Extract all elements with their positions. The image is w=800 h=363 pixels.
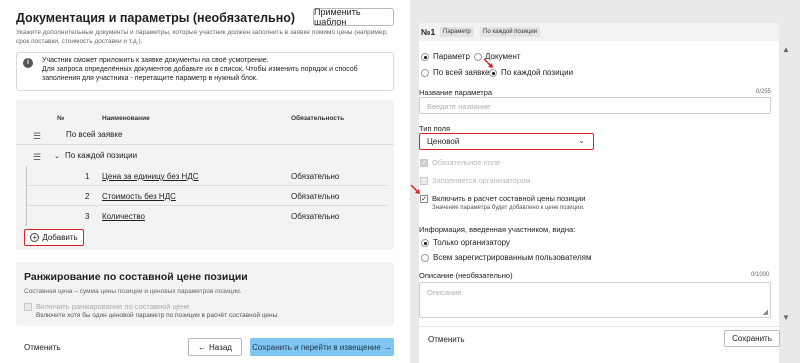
row-required: Обязательно — [291, 192, 340, 201]
cancel-link[interactable]: Отменить — [24, 343, 61, 352]
radio-visible-org-label: Только организатору — [433, 238, 510, 247]
ranking-title: Ранжирование по составной цене позиции — [24, 271, 248, 283]
page-title: Документация и параметры (необязательно) — [16, 11, 296, 25]
group-label-all: По всей заявке — [66, 130, 123, 139]
radio-scope-all[interactable] — [421, 69, 429, 77]
ranking-section: Ранжирование по составной цене позиции С… — [16, 262, 394, 326]
column-header-num: № — [57, 115, 65, 122]
name-counter: 0/255 — [756, 89, 772, 95]
organizer-fill-label: Заполняется организатором — [432, 176, 531, 185]
add-parameter-button[interactable]: + Добавить — [24, 229, 84, 246]
ranking-checkbox-label: Включить ранжирование по составной цене — [36, 302, 190, 311]
row-required: Обязательно — [291, 172, 340, 181]
column-header-required: Обязательность — [291, 115, 345, 122]
back-label: Назад — [209, 342, 232, 352]
required-checkbox[interactable]: ✓ — [420, 159, 428, 167]
info-box: i Участник сможет приложить к заявке док… — [16, 52, 394, 91]
radio-visible-all-label: Всем зарегистрированным пользователям — [433, 253, 592, 262]
drag-handle-icon[interactable]: ☰ — [33, 152, 41, 163]
group-label-each: По каждой позиции — [65, 151, 138, 160]
group-row-all[interactable]: ☰ По всей заявке — [16, 125, 394, 145]
radio-scope-each-label: По каждой позиции — [501, 68, 574, 77]
include-composite-checkbox[interactable]: ✓ — [420, 195, 428, 203]
table-row[interactable]: 3 Количество Обязательно — [27, 206, 387, 226]
column-header-name: Наименование — [102, 115, 150, 122]
type-select-value: Ценовой — [427, 137, 460, 146]
ranking-checkbox[interactable] — [24, 303, 32, 311]
resize-handle-icon[interactable]: ◢ — [763, 308, 768, 316]
table-row[interactable]: 1 Цена за единицу без НДС Обязательно — [27, 166, 387, 186]
description-counter: 0/1000 — [751, 272, 770, 278]
include-composite-label: Включить в расчет составной цены позиции — [432, 194, 586, 203]
plus-circle-icon: + — [30, 233, 40, 242]
next-label: Сохранить и перейти в извещение — [252, 342, 381, 352]
row-name-link[interactable]: Цена за единицу без НДС — [102, 172, 199, 181]
radio-scope-all-label: По всей заявке — [433, 68, 490, 77]
arrow-right-icon: → — [383, 342, 392, 352]
scroll-down-icon[interactable]: ▼ — [782, 313, 790, 322]
radio-visible-org[interactable] — [421, 239, 429, 247]
app-root: Документация и параметры (необязательно)… — [0, 0, 800, 363]
add-label: Добавить — [42, 233, 78, 242]
description-field-label: Описание (необязательно) — [419, 271, 513, 280]
drag-handle-icon[interactable]: ☰ — [33, 131, 41, 142]
row-required: Обязательно — [291, 212, 340, 221]
editor-cancel-link[interactable]: Отменить — [428, 335, 465, 344]
parameter-name-input[interactable]: Введите название — [419, 97, 771, 114]
row-num: 2 — [85, 192, 90, 201]
scroll-up-icon[interactable]: ▲ — [782, 45, 790, 54]
description-textarea[interactable]: Описание ◢ — [419, 282, 771, 318]
radio-visible-all[interactable] — [421, 254, 429, 262]
group-row-each[interactable]: ☰ ⌄ По каждой позиции — [16, 146, 394, 166]
info-line-1: Участник сможет приложить к заявке докум… — [42, 57, 269, 64]
info-icon: i — [23, 58, 33, 68]
save-and-next-button[interactable]: Сохранить и перейти в извещение → — [250, 338, 394, 356]
back-button[interactable]: ← Назад — [188, 338, 242, 356]
ranking-hint: Включите хотя бы один ценовой параметр п… — [36, 312, 280, 319]
parameter-editor-panel: №1 Параметр По каждой позиции ▲ ▼ Параме… — [410, 0, 800, 363]
footer-divider — [419, 326, 779, 327]
documents-panel: Документация и параметры (необязательно)… — [0, 0, 410, 363]
row-name-link[interactable]: Стоимость без НДС — [102, 192, 176, 201]
arrow-left-icon: ← — [198, 342, 207, 352]
info-text: Участник сможет приложить к заявке докум… — [42, 57, 387, 83]
row-num: 3 — [85, 212, 90, 221]
chevron-down-icon[interactable]: ⌄ — [54, 152, 60, 160]
name-field-label: Название параметра — [419, 88, 493, 97]
chevron-down-icon: ⌄ — [578, 136, 585, 145]
row-num: 1 — [85, 172, 90, 181]
radio-param-label: Параметр — [433, 52, 470, 61]
row-name-link[interactable]: Количество — [102, 212, 145, 221]
param-type-badge: Параметр — [440, 27, 474, 37]
scope-badge: По каждой позиции — [480, 27, 541, 37]
description-placeholder: Описание — [427, 288, 462, 297]
visibility-label: Информация, введенная участником, видна: — [419, 225, 576, 234]
red-arrow-annotation — [483, 58, 493, 68]
save-button[interactable]: Сохранить — [724, 330, 780, 347]
radio-param[interactable] — [421, 53, 429, 61]
position-params-group: 1 Цена за единицу без НДС Обязательно 2 … — [26, 166, 394, 226]
include-composite-hint: Значение параметра будет добавлено к цен… — [432, 205, 585, 211]
info-line-2: Для запроса определённых документов доба… — [42, 65, 358, 82]
table-row[interactable]: 2 Стоимость без НДС Обязательно — [27, 186, 387, 206]
parameter-number: №1 — [421, 27, 436, 37]
apply-template-button[interactable]: Применить шаблон — [313, 7, 394, 27]
name-placeholder: Введите название — [427, 102, 491, 111]
required-checkbox-label: Обязательное поле — [432, 158, 501, 167]
ranking-description: Составная цена – сумма цены позиции и це… — [24, 288, 242, 295]
field-type-select[interactable]: Ценовой ⌄ — [419, 133, 594, 150]
page-description: Укажите дополнительные документы и парам… — [16, 29, 388, 45]
type-field-label: Тип поля — [419, 124, 451, 133]
radio-document[interactable] — [474, 53, 482, 61]
parameters-table: № Наименование Обязательность ☰ По всей … — [16, 100, 394, 250]
